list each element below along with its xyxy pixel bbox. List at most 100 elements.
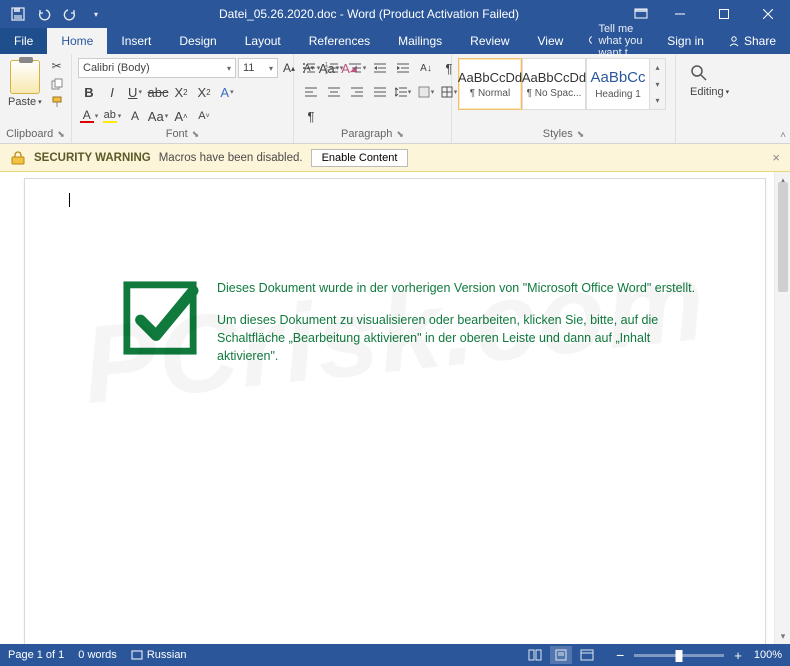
security-title: SECURITY WARNING (34, 152, 151, 164)
editing-label: Editing (690, 86, 724, 98)
clipboard-launcher-icon[interactable]: ⬊ (57, 129, 65, 140)
indent-icon[interactable] (392, 58, 414, 78)
align-left-icon[interactable] (300, 82, 322, 102)
checkmark-box-icon (121, 279, 199, 357)
tab-design[interactable]: Design (165, 28, 230, 54)
char-shading-icon[interactable]: A (124, 106, 146, 126)
language-status[interactable]: Russian (131, 649, 187, 661)
tab-review[interactable]: Review (456, 28, 523, 54)
font-launcher-icon[interactable]: ⬊ (192, 129, 200, 140)
vertical-scrollbar[interactable]: ▴ ▾ (774, 172, 790, 644)
editing-button[interactable]: Editing▾ (682, 58, 784, 138)
print-layout-icon[interactable] (550, 646, 572, 664)
group-styles: AaBbCcDd ¶ Normal AaBbCcDd ¶ No Spac... … (452, 54, 676, 143)
superscript-button[interactable]: X2 (193, 82, 215, 102)
style-name: ¶ No Spac... (527, 88, 582, 99)
font-shrink2-icon[interactable]: A˅ (193, 106, 215, 126)
underline-button[interactable]: U▾ (124, 82, 146, 102)
strike-button[interactable]: abc (147, 82, 169, 102)
cut-icon[interactable]: ✂ (48, 58, 66, 74)
page-status[interactable]: Page 1 of 1 (8, 649, 64, 661)
tell-me-search[interactable]: Tell me what you want t (577, 28, 657, 54)
italic-button[interactable]: I (101, 82, 123, 102)
zoom-in-button[interactable]: + (734, 648, 742, 663)
save-icon[interactable] (6, 3, 30, 25)
warning-icon (10, 150, 26, 166)
title-bar: ▾ Datei_05.26.2020.doc - Word (Product A… (0, 0, 790, 28)
security-message: Macros have been disabled. (159, 152, 303, 164)
scroll-down-icon[interactable]: ▾ (775, 628, 790, 644)
style-heading1[interactable]: AaBbCc Heading 1 (586, 58, 650, 110)
enable-content-button[interactable]: Enable Content (311, 149, 409, 167)
qat-customize-icon[interactable]: ▾ (84, 3, 108, 25)
copy-icon[interactable] (48, 76, 66, 92)
minimize-button[interactable] (658, 0, 702, 28)
collapse-ribbon-icon[interactable]: ˄ (780, 130, 786, 141)
font-name-select[interactable]: Calibri (Body)▾ (78, 58, 236, 78)
bold-button[interactable]: B (78, 82, 100, 102)
paste-icon (10, 60, 40, 94)
share-button[interactable]: Share (714, 28, 790, 54)
numbering-icon[interactable]: 123▾ (323, 58, 345, 78)
language-value: Russian (147, 649, 187, 661)
bullets-icon[interactable]: ▾ (300, 58, 322, 78)
font-grow2-icon[interactable]: A˄ (170, 106, 192, 126)
close-button[interactable] (746, 0, 790, 28)
line-spacing-icon[interactable]: ▾ (392, 82, 414, 102)
styles-gallery-more[interactable]: ▴▾▾ (650, 58, 666, 110)
spellcheck-icon (131, 649, 143, 661)
align-center-icon[interactable] (323, 82, 345, 102)
para-extra-icon[interactable]: ¶ (300, 106, 322, 126)
group-paragraph: ▾ 123▾ ▾ A↓ ¶ ▾ ▾ ▾ ¶ Paragraph⬊ (294, 54, 452, 143)
tab-home[interactable]: Home (47, 28, 107, 54)
read-mode-icon[interactable] (524, 646, 546, 664)
document-content: Dieses Dokument wurde in der vorherigen … (121, 279, 705, 380)
style-nospacing[interactable]: AaBbCcDd ¶ No Spac... (522, 58, 586, 110)
share-label: Share (744, 34, 776, 48)
tab-view[interactable]: View (524, 28, 578, 54)
tab-layout[interactable]: Layout (231, 28, 295, 54)
styles-label: Styles (543, 128, 573, 140)
sign-in-link[interactable]: Sign in (657, 28, 714, 54)
styles-launcher-icon[interactable]: ⬊ (577, 129, 585, 140)
zoom-slider[interactable] (634, 654, 724, 657)
zoom-value[interactable]: 100% (754, 649, 782, 661)
scroll-thumb[interactable] (778, 182, 788, 292)
group-font: Calibri (Body)▾ 11▾ A▴ A▾ Aa▾ A◢ B I U▾ … (72, 54, 294, 143)
security-warning-bar: SECURITY WARNING Macros have been disabl… (0, 144, 790, 172)
outdent-icon[interactable] (369, 58, 391, 78)
subscript-button[interactable]: X2 (170, 82, 192, 102)
tab-insert[interactable]: Insert (107, 28, 165, 54)
highlight-icon[interactable]: ab▾ (101, 106, 123, 126)
tab-mailings[interactable]: Mailings (384, 28, 456, 54)
zoom-out-button[interactable]: − (616, 647, 624, 663)
security-close-icon[interactable]: × (772, 150, 780, 165)
tab-file[interactable]: File (0, 28, 47, 54)
document-page[interactable]: Dieses Dokument wurde in der vorherigen … (24, 178, 766, 644)
enclose-icon[interactable]: Aa▾ (147, 106, 169, 126)
format-painter-icon[interactable] (48, 94, 66, 110)
doc-paragraph-2: Um dieses Dokument zu visualisieren oder… (217, 311, 705, 365)
word-count[interactable]: 0 words (78, 649, 117, 661)
tab-references[interactable]: References (295, 28, 384, 54)
maximize-button[interactable] (702, 0, 746, 28)
paragraph-launcher-icon[interactable]: ⬊ (396, 129, 404, 140)
tell-me-label: Tell me what you want t (598, 23, 647, 59)
shading-icon[interactable]: ▾ (415, 82, 437, 102)
style-normal[interactable]: AaBbCcDd ¶ Normal (458, 58, 522, 110)
doc-paragraph-1: Dieses Dokument wurde in der vorherigen … (217, 279, 705, 297)
justify-icon[interactable] (369, 82, 391, 102)
paste-button[interactable]: Paste▾ (6, 58, 44, 108)
redo-icon[interactable] (58, 3, 82, 25)
font-size-select[interactable]: 11▾ (238, 58, 278, 78)
text-effects-icon[interactable]: A▾ (216, 82, 238, 102)
sort-icon[interactable]: A↓ (415, 58, 437, 78)
share-icon (728, 35, 740, 47)
align-right-icon[interactable] (346, 82, 368, 102)
multilevel-icon[interactable]: ▾ (346, 58, 368, 78)
web-layout-icon[interactable] (576, 646, 598, 664)
clipboard-label: Clipboard (6, 128, 53, 140)
font-color-icon[interactable]: A▾ (78, 106, 100, 126)
lightbulb-icon (587, 35, 592, 47)
undo-icon[interactable] (32, 3, 56, 25)
